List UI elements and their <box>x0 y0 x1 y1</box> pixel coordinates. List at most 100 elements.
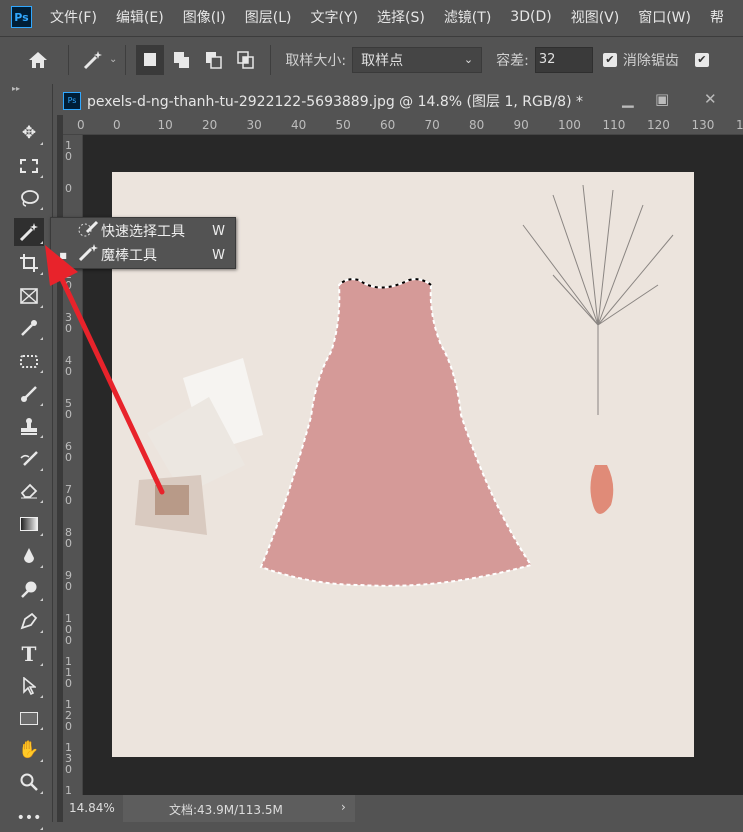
menu-layer[interactable]: 图层(L) <box>245 7 292 27</box>
ruler-label: 0 <box>113 118 121 132</box>
ruler-label: 90 <box>513 118 529 132</box>
zoom-level[interactable]: 14.84% <box>69 801 115 815</box>
crop-tool-icon[interactable] <box>14 249 44 277</box>
document-tab[interactable]: Ps pexels-d-ng-thanh-tu-2922122-5693889.… <box>57 86 743 115</box>
menu-edit[interactable]: 编辑(E) <box>116 7 164 27</box>
ruler-label: 20 <box>202 118 218 132</box>
intersect-selection-icon[interactable] <box>232 45 260 75</box>
contiguous-checkbox[interactable]: ✔ <box>694 52 709 67</box>
frame-tool-icon[interactable] <box>14 282 44 310</box>
subtract-selection-icon[interactable] <box>200 45 228 75</box>
pen-tool-icon[interactable] <box>14 607 44 635</box>
menu-type[interactable]: 文字(Y) <box>311 7 358 27</box>
tolerance-input[interactable]: 32 <box>534 46 593 73</box>
hand-tool-icon[interactable]: ✋ <box>14 736 44 764</box>
ruler-label: 0 <box>65 182 72 195</box>
chevron-down-icon[interactable]: ⌄ <box>109 54 117 65</box>
ruler-label: 60 <box>380 118 396 132</box>
ps-file-icon: Ps <box>63 91 81 110</box>
sample-size-select[interactable]: 取样点 ⌄ <box>352 46 483 73</box>
history-brush-tool-icon[interactable] <box>14 445 44 473</box>
sample-size-value: 取样点 <box>361 52 404 69</box>
menu-window[interactable]: 窗口(W) <box>638 7 691 27</box>
lasso-tool-icon[interactable] <box>14 184 44 212</box>
close-button[interactable]: ✕ <box>704 90 717 108</box>
sample-size-label: 取样大小: <box>285 52 347 69</box>
dodge-tool-icon[interactable] <box>14 575 44 603</box>
tolerance-label: 容差: <box>496 52 529 69</box>
healing-tool-icon[interactable] <box>14 347 44 375</box>
ruler-label: 60 <box>65 440 72 464</box>
document-window: Ps pexels-d-ng-thanh-tu-2922122-5693889.… <box>57 86 743 822</box>
eraser-tool-icon[interactable] <box>14 477 44 505</box>
ruler-label: 10 <box>65 139 72 163</box>
ruler-label: 120 <box>65 698 72 733</box>
magic-wand-icon <box>75 244 101 266</box>
ruler-label: 120 <box>647 118 670 132</box>
eyedropper-tool-icon[interactable] <box>14 314 44 342</box>
flyout-item-label: 快速选择工具 <box>101 224 185 240</box>
chevron-right-icon[interactable]: › <box>341 800 346 814</box>
ruler-label: 110 <box>602 118 626 132</box>
antialias-label: 消除锯齿 <box>622 52 679 69</box>
ruler-label: 130 <box>65 741 72 776</box>
shortcut-key: W <box>212 223 225 239</box>
ruler-label: 130 <box>691 118 715 132</box>
menu-image[interactable]: 图像(I) <box>183 7 226 27</box>
antialias-checkbox[interactable]: ✔ <box>602 52 617 67</box>
path-selection-tool-icon[interactable] <box>14 672 44 700</box>
type-tool-icon[interactable]: T <box>14 640 44 668</box>
menu-help[interactable]: 帮 <box>710 7 724 27</box>
collapse-icon[interactable]: ▸▸ <box>12 84 20 93</box>
ruler-label: 110 <box>65 655 72 690</box>
more-tools-icon[interactable]: ••• <box>14 804 44 832</box>
photoshop-logo: Ps <box>11 6 32 28</box>
tool-flyout-menu: 快速选择工具 W ■ 魔棒工具 W <box>50 217 236 269</box>
blur-tool-icon[interactable] <box>14 542 44 570</box>
flyout-item-magic-wand[interactable]: ■ 魔棒工具 W <box>51 243 237 267</box>
flyout-item-quick-selection[interactable]: 快速选择工具 W <box>51 219 237 243</box>
ruler-label: 50 <box>65 397 72 421</box>
clone-stamp-tool-icon[interactable] <box>14 412 44 440</box>
status-bar: 14.84% 文档:43.9M/113.5M › <box>63 795 743 822</box>
document-title: pexels-d-ng-thanh-tu-2922122-5693889.jpg… <box>87 93 583 110</box>
ruler-label: 80 <box>469 118 485 132</box>
tool-preset-magic-wand-icon[interactable] <box>79 45 107 75</box>
maximize-button[interactable]: ▣ <box>655 90 669 108</box>
ruler-label: 50 <box>335 118 351 132</box>
zoom-tool-icon[interactable] <box>14 768 44 796</box>
ruler-label: 70 <box>65 483 72 507</box>
ruler-label: 30 <box>246 118 262 132</box>
ruler-label: 20 <box>65 268 72 292</box>
ruler-label: 80 <box>65 526 72 550</box>
home-icon[interactable] <box>24 45 52 75</box>
ruler-label: 30 <box>65 311 72 335</box>
move-tool-icon[interactable]: ✥ <box>14 119 44 147</box>
ruler-label: 10 <box>157 118 173 132</box>
menu-view[interactable]: 视图(V) <box>571 7 620 27</box>
chevron-down-icon: ⌄ <box>463 53 474 66</box>
rectangle-tool-icon[interactable] <box>14 704 44 732</box>
add-selection-icon[interactable] <box>168 45 196 75</box>
menu-file[interactable]: 文件(F) <box>50 7 97 27</box>
menu-3d[interactable]: 3D(D) <box>510 9 551 25</box>
ruler-label: 100 <box>558 118 581 132</box>
ruler-label: 100 <box>65 612 72 647</box>
ruler-label: 40 <box>291 118 307 132</box>
gradient-tool-icon[interactable] <box>14 510 44 538</box>
minimize-button[interactable]: ▁ <box>622 90 634 108</box>
menu-select[interactable]: 选择(S) <box>377 7 425 27</box>
marquee-tool-icon[interactable] <box>14 152 44 180</box>
horizontal-ruler: 0 0 10 20 30 40 50 60 70 80 90 100 110 120 130 140 <box>63 115 743 135</box>
brush-tool-icon[interactable] <box>14 380 44 408</box>
magic-wand-tool-icon[interactable] <box>14 218 44 246</box>
menu-filter[interactable]: 滤镜(T) <box>444 7 491 27</box>
new-selection-icon[interactable] <box>136 44 165 75</box>
menu-bar: Ps 文件(F) 编辑(E) 图像(I) 图层(L) 文字(Y) 选择(S) 滤… <box>0 0 743 34</box>
quick-selection-icon <box>75 220 101 242</box>
document-size: 文档:43.9M/113.5M <box>169 803 283 817</box>
ruler-label: 140 <box>736 118 743 132</box>
ruler-label: 0 <box>77 118 85 132</box>
shortcut-key: W <box>212 247 225 263</box>
ruler-label: 90 <box>65 569 72 593</box>
